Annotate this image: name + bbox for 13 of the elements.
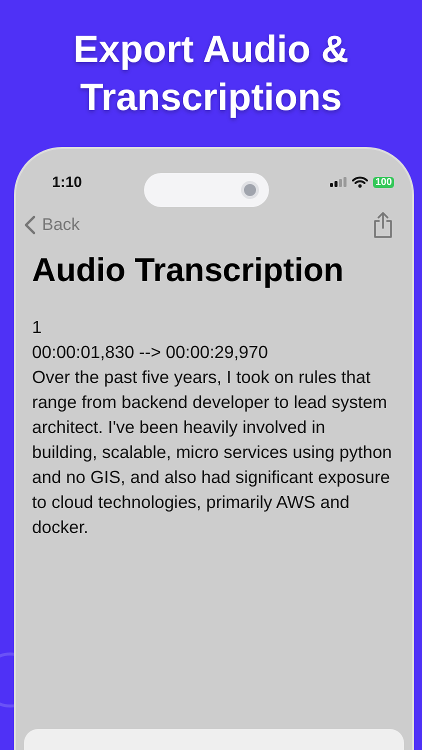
transcript-text: Over the past five years, I took on rules that range from backend developer to lead system architect. I've been heavily involved in building, scalable, micro services using python and no GIS, and also had significant exposure to cloud technologies, primarily AWS and docker. <box>32 366 393 539</box>
headline: Export Audio & Transcriptions <box>72 28 350 121</box>
wifi-icon <box>352 176 368 188</box>
back-button[interactable]: Back <box>24 215 80 235</box>
transcript-text: 1 <box>32 316 43 339</box>
share-icon[interactable] <box>372 211 394 239</box>
chevron-left-icon <box>24 215 36 235</box>
signal-icon <box>330 177 348 187</box>
battery-level: 100 <box>373 176 394 188</box>
page-title: Audio Transcription <box>32 251 345 289</box>
status-time: 1:10 <box>52 174 82 190</box>
camera-icon <box>240 181 259 199</box>
transcript-text: 00:00:01,830 --> 00:00:29,970 <box>32 341 269 364</box>
